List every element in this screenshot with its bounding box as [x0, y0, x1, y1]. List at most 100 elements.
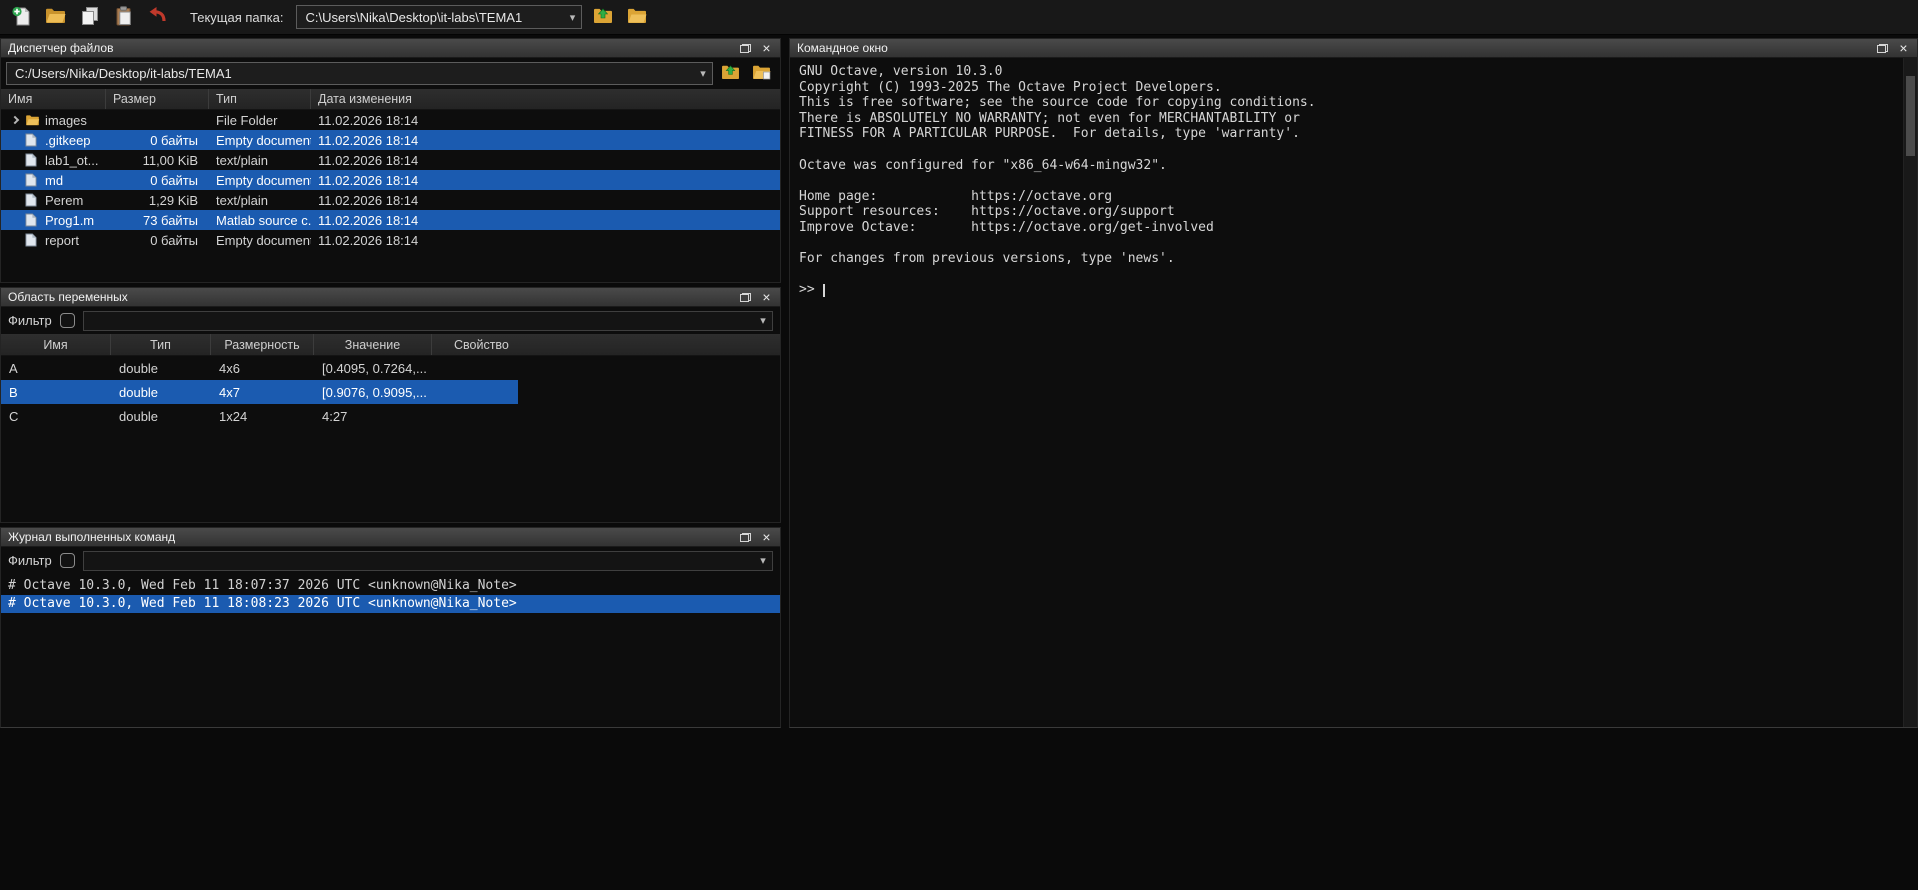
workspace-title: Область переменных: [8, 290, 735, 304]
terminal-line: Home page: https://octave.org: [799, 189, 1895, 205]
file-name: Perem: [45, 193, 83, 208]
filter-checkbox[interactable]: [60, 313, 75, 328]
terminal-line: [799, 267, 1895, 283]
open-file-button[interactable]: [40, 3, 71, 31]
undock-button[interactable]: [735, 40, 756, 56]
history-title: Журнал выполненных команд: [8, 530, 735, 544]
column-header-class[interactable]: Тип: [111, 334, 211, 355]
file-type: Empty document: [209, 233, 311, 248]
close-button[interactable]: ×: [756, 289, 777, 305]
file-row[interactable]: images File Folder 11.02.2026 18:14: [1, 110, 780, 130]
chevron-down-icon: ▾: [563, 11, 581, 24]
terminal-line: Improve Octave: https://octave.org/get-i…: [799, 220, 1895, 236]
current-folder-label: Текущая папка:: [190, 10, 283, 25]
file-size: 0 байты: [106, 173, 209, 188]
file-size: 1,29 KiB: [106, 193, 209, 208]
column-header-type[interactable]: Тип: [209, 89, 311, 109]
one-directory-up-button[interactable]: [717, 62, 744, 86]
variable-row[interactable]: C double 1x24 4:27: [1, 404, 780, 428]
close-button[interactable]: ×: [1893, 40, 1914, 56]
undock-button[interactable]: [735, 289, 756, 305]
file-row[interactable]: .gitkeep 0 байты Empty document 11.02.20…: [1, 130, 780, 150]
workspace-titlebar[interactable]: Область переменных ×: [1, 288, 780, 307]
new-script-button[interactable]: [6, 3, 37, 31]
terminal-line: Copyright (C) 1993-2025 The Octave Proje…: [799, 80, 1895, 96]
document-icon: [25, 133, 40, 147]
command-window-titlebar[interactable]: Командное окно ×: [790, 39, 1917, 58]
undock-icon: [740, 293, 751, 302]
undock-button[interactable]: [1872, 40, 1893, 56]
column-header-attribute[interactable]: Свойство: [432, 334, 780, 355]
variable-value: [0.4095, 0.7264,...: [314, 361, 432, 376]
file-type: Empty document: [209, 133, 311, 148]
variable-dimension: 1x24: [211, 409, 314, 424]
file-size: 11,00 KiB: [106, 153, 209, 168]
column-header-name[interactable]: Имя: [1, 89, 106, 109]
filter-label: Фильтр: [8, 553, 52, 568]
close-button[interactable]: ×: [756, 40, 777, 56]
document-icon: [25, 213, 40, 227]
column-header-dimension[interactable]: Размерность: [211, 334, 314, 355]
workspace-panel: Область переменных × Фильтр ▾ Имя Тип Ра…: [0, 287, 781, 523]
copy-button[interactable]: [74, 3, 105, 31]
expand-icon[interactable]: [9, 115, 20, 126]
terminal-line: There is ABSOLUTELY NO WARRANTY; not eve…: [799, 111, 1895, 127]
file-type: text/plain: [209, 193, 311, 208]
scrollbar-thumb[interactable]: [1906, 76, 1915, 156]
variable-row[interactable]: A double 4x6 [0.4095, 0.7264,...: [1, 356, 780, 380]
file-row[interactable]: Perem 1,29 KiB text/plain 11.02.2026 18:…: [1, 190, 780, 210]
workspace-filter-row: Фильтр ▾: [1, 307, 780, 334]
undo-icon: [147, 6, 168, 28]
vertical-scrollbar[interactable]: [1903, 58, 1917, 727]
browser-actions-button[interactable]: [748, 62, 775, 86]
undo-button[interactable]: [142, 3, 173, 31]
file-name: images: [45, 113, 87, 128]
browse-directory-button[interactable]: [623, 5, 650, 29]
variable-row[interactable]: B double 4x7 [0.9076, 0.9095,...: [1, 380, 780, 404]
filter-combobox[interactable]: ▾: [83, 551, 773, 571]
column-header-name[interactable]: Имя: [1, 334, 111, 355]
terminal-line: Support resources: https://octave.org/su…: [799, 204, 1895, 220]
file-type: File Folder: [209, 113, 311, 128]
file-browser-panel: Диспетчер файлов × C:/Users/Nika/Desktop…: [0, 38, 781, 283]
column-header-size[interactable]: Размер: [106, 89, 209, 109]
undock-icon: [740, 533, 751, 542]
column-header-value[interactable]: Значение: [314, 334, 432, 355]
open-folder-icon: [45, 7, 66, 27]
paste-button[interactable]: [108, 3, 139, 31]
terminal-line: This is free software; see the source co…: [799, 95, 1895, 111]
terminal-line: For changes from previous versions, type…: [799, 251, 1895, 267]
file-date: 11.02.2026 18:14: [311, 213, 780, 228]
terminal-line: FITNESS FOR A PARTICULAR PURPOSE. For de…: [799, 126, 1895, 142]
document-icon: [25, 153, 40, 167]
file-row[interactable]: lab1_ot... 11,00 KiB text/plain 11.02.20…: [1, 150, 780, 170]
file-row[interactable]: Prog1.m 73 байты Matlab source c... 11.0…: [1, 210, 780, 230]
history-titlebar[interactable]: Журнал выполненных команд ×: [1, 528, 780, 547]
file-row[interactable]: report 0 байты Empty document 11.02.2026…: [1, 230, 780, 250]
file-name: lab1_ot...: [45, 153, 99, 168]
file-type: Empty document: [209, 173, 311, 188]
file-browser-path-combobox[interactable]: C:/Users/Nika/Desktop/it-labs/TEMA1 ▾: [6, 62, 713, 85]
history-entry[interactable]: # Octave 10.3.0, Wed Feb 11 18:07:37 202…: [1, 577, 780, 595]
filter-combobox[interactable]: ▾: [83, 311, 773, 331]
document-icon: [25, 173, 40, 187]
file-row[interactable]: md 0 байты Empty document 11.02.2026 18:…: [1, 170, 780, 190]
undock-button[interactable]: [735, 529, 756, 545]
terminal-output[interactable]: GNU Octave, version 10.3.0 Copyright (C)…: [790, 58, 1917, 727]
terminal-line: [799, 173, 1895, 189]
file-browser-titlebar[interactable]: Диспетчер файлов ×: [1, 39, 780, 58]
document-icon: [25, 233, 40, 247]
variable-value: 4:27: [314, 409, 432, 424]
column-header-date[interactable]: Дата изменения: [311, 89, 780, 109]
variable-dimension: 4x6: [211, 361, 314, 376]
terminal-prompt-line[interactable]: >>: [799, 282, 1895, 298]
filter-checkbox[interactable]: [60, 553, 75, 568]
history-entry[interactable]: # Octave 10.3.0, Wed Feb 11 18:08:23 202…: [1, 595, 780, 613]
file-name: md: [45, 173, 63, 188]
prompt: >>: [799, 282, 815, 298]
undock-icon: [1877, 44, 1888, 53]
close-button[interactable]: ×: [756, 529, 777, 545]
current-folder-combobox[interactable]: C:\Users\Nika\Desktop\it-labs\TEMA1 ▾: [296, 5, 582, 29]
terminal-line: [799, 236, 1895, 252]
directory-up-button[interactable]: [589, 5, 616, 29]
